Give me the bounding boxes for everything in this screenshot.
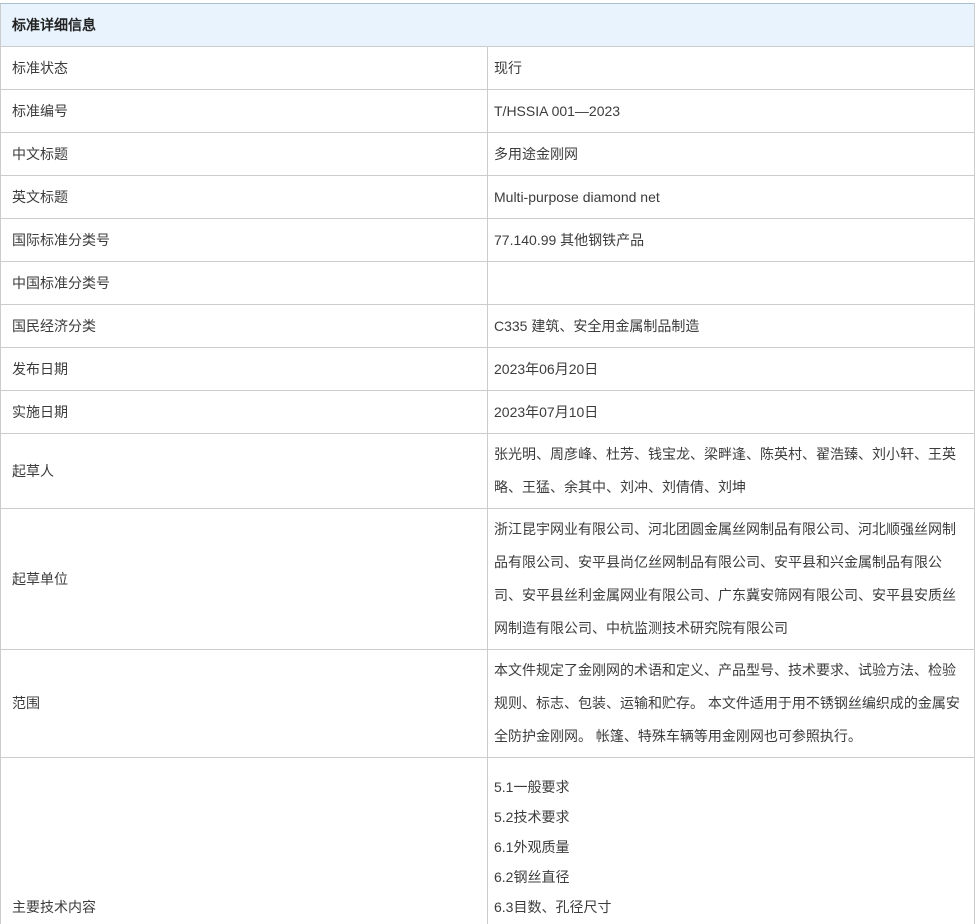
table-row: 起草单位浙江昆宇网业有限公司、河北团圆金属丝网制品有限公司、河北顺强丝网制品有限… (1, 509, 975, 650)
table-row: 起草人张光明、周彦峰、杜芳、钱宝龙、梁畔逢、陈英村、翟浩臻、刘小轩、王英略、王猛… (1, 434, 975, 509)
standard-table-body: 标准详细信息 标准状态现行标准编号T/HSSIA 001—2023中文标题多用途… (1, 4, 975, 924)
table-row: 国民经济分类C335 建筑、安全用金属制品制造 (1, 305, 975, 348)
row-label: 中文标题 (1, 133, 488, 176)
row-label: 范围 (1, 650, 488, 758)
page-title: 标准详细信息 (1, 4, 975, 47)
row-value (488, 262, 975, 305)
row-value: 77.140.99 其他钢铁产品 (488, 219, 975, 262)
tech-content-item: 6.1外观质量 (494, 832, 960, 862)
row-label: 标准编号 (1, 90, 488, 133)
row-label: 国民经济分类 (1, 305, 488, 348)
row-value: T/HSSIA 001—2023 (488, 90, 975, 133)
row-value: 2023年07月10日 (488, 391, 975, 434)
row-label: 英文标题 (1, 176, 488, 219)
table-row: 主要技术内容5.1一般要求5.2技术要求6.1外观质量6.2钢丝直径6.3目数、… (1, 758, 975, 924)
table-row: 中国标准分类号 (1, 262, 975, 305)
tech-content-item: 6.3目数、孔径尺寸 (494, 892, 960, 922)
tech-content-item: 5.2技术要求 (494, 802, 960, 832)
standard-detail-table: 标准详细信息 标准状态现行标准编号T/HSSIA 001—2023中文标题多用途… (0, 3, 975, 924)
row-label: 主要技术内容 (1, 758, 488, 924)
row-label: 国际标准分类号 (1, 219, 488, 262)
row-value: C335 建筑、安全用金属制品制造 (488, 305, 975, 348)
row-label: 发布日期 (1, 348, 488, 391)
table-row: 实施日期2023年07月10日 (1, 391, 975, 434)
table-header-row: 标准详细信息 (1, 4, 975, 47)
row-value: 张光明、周彦峰、杜芳、钱宝龙、梁畔逢、陈英村、翟浩臻、刘小轩、王英略、王猛、余其… (488, 434, 975, 509)
table-row: 发布日期2023年06月20日 (1, 348, 975, 391)
row-value: Multi-purpose diamond net (488, 176, 975, 219)
row-value: 2023年06月20日 (488, 348, 975, 391)
row-label: 实施日期 (1, 391, 488, 434)
table-row: 国际标准分类号77.140.99 其他钢铁产品 (1, 219, 975, 262)
row-label: 中国标准分类号 (1, 262, 488, 305)
row-value: 现行 (488, 47, 975, 90)
table-row: 英文标题Multi-purpose diamond net (1, 176, 975, 219)
tech-content-item: 6.2钢丝直径 (494, 862, 960, 892)
row-label: 标准状态 (1, 47, 488, 90)
row-value: 5.1一般要求5.2技术要求6.1外观质量6.2钢丝直径6.3目数、孔径尺寸6.… (488, 758, 975, 924)
table-row: 范围本文件规定了金刚网的术语和定义、产品型号、技术要求、试验方法、检验规则、标志… (1, 650, 975, 758)
row-label: 起草单位 (1, 509, 488, 650)
row-value: 本文件规定了金刚网的术语和定义、产品型号、技术要求、试验方法、检验规则、标志、包… (488, 650, 975, 758)
table-row: 标准状态现行 (1, 47, 975, 90)
row-label: 起草人 (1, 434, 488, 509)
row-value: 多用途金刚网 (488, 133, 975, 176)
table-row: 标准编号T/HSSIA 001—2023 (1, 90, 975, 133)
table-row: 中文标题多用途金刚网 (1, 133, 975, 176)
tech-content-item: 5.1一般要求 (494, 772, 960, 802)
row-value: 浙江昆宇网业有限公司、河北团圆金属丝网制品有限公司、河北顺强丝网制品有限公司、安… (488, 509, 975, 650)
